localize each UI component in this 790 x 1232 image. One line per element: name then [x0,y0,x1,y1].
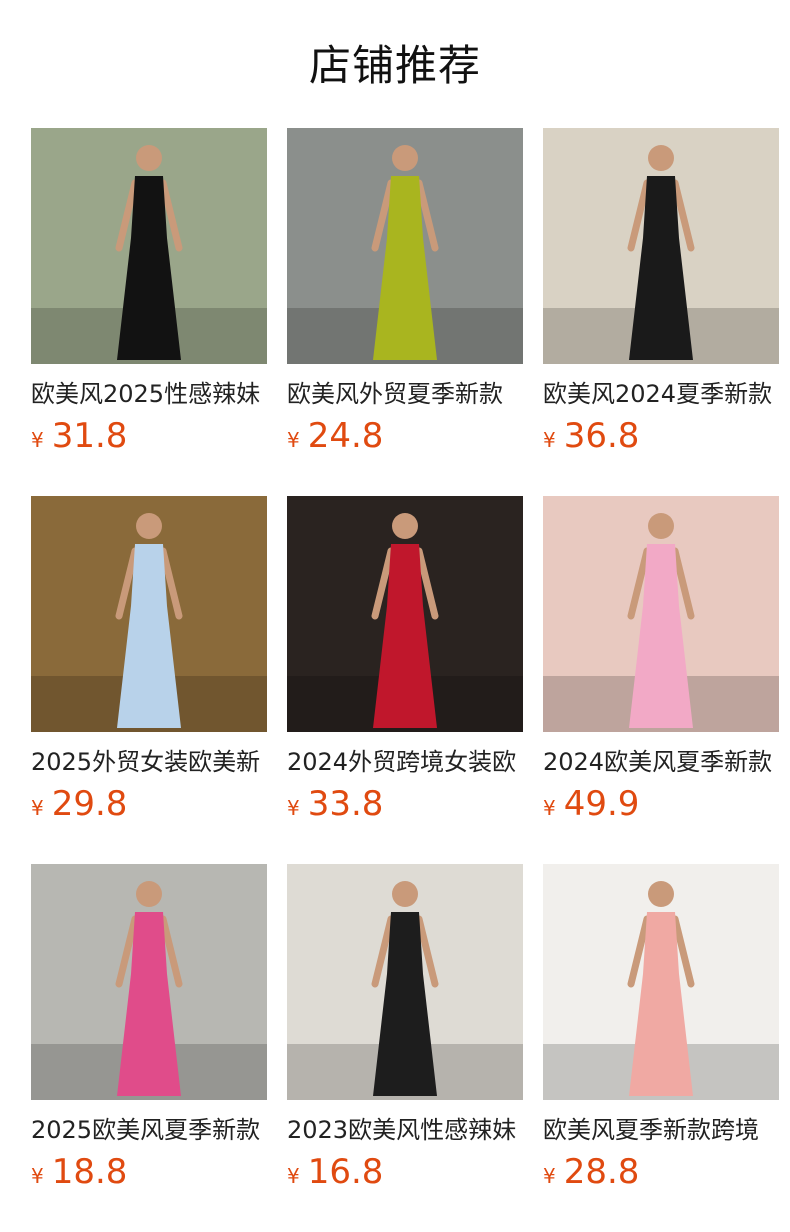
price-row: ¥ 18.8 [31,1152,267,1192]
product-card[interactable]: 欧美风2024夏季新款 ¥ 36.8 [543,128,779,496]
dress-red-slit-icon [287,496,523,732]
product-price: 33.8 [307,784,384,824]
product-image[interactable] [287,496,523,732]
currency-symbol: ¥ [543,796,556,820]
product-grid: 欧美风2025性感辣妹 ¥ 31.8 欧美风外贸夏季新款 ¥ 24.8 欧美风2… [31,128,779,1232]
product-card[interactable]: 2023欧美风性感辣妹 ¥ 16.8 [287,864,523,1232]
model-head [392,145,418,171]
product-price: 49.9 [563,784,640,824]
currency-symbol: ¥ [543,1164,556,1188]
price-row: ¥ 31.8 [31,416,267,456]
model-head [648,145,674,171]
product-name[interactable]: 2024欧美风夏季新款 [543,746,779,778]
product-price: 18.8 [51,1152,128,1192]
product-card[interactable]: 2024欧美风夏季新款 ¥ 49.9 [543,496,779,864]
currency-symbol: ¥ [31,428,44,452]
dress-hot-pink-ruffle-icon [31,864,267,1100]
product-name[interactable]: 2025外贸女装欧美新 [31,746,267,778]
page-header: 店铺推荐 [0,0,790,128]
model-head [136,513,162,539]
product-price: 36.8 [563,416,640,456]
product-image[interactable] [31,128,267,364]
dress-black-cowl-icon [543,128,779,364]
product-name[interactable]: 2024外贸跨境女装欧 [287,746,523,778]
currency-symbol: ¥ [31,1164,44,1188]
product-name[interactable]: 2025欧美风夏季新款 [31,1114,267,1146]
pink-set-ruffle-skirt-icon [543,864,779,1100]
product-image[interactable] [543,496,779,732]
product-name[interactable]: 欧美风2024夏季新款 [543,378,779,410]
product-card[interactable]: 2025欧美风夏季新款 ¥ 18.8 [31,864,267,1232]
model-head [648,881,674,907]
product-image[interactable] [287,128,523,364]
price-row: ¥ 29.8 [31,784,267,824]
black-top-jeans-icon [287,864,523,1100]
product-card[interactable]: 欧美风2025性感辣妹 ¥ 31.8 [31,128,267,496]
dress-pink-black-ruffle-icon [543,496,779,732]
product-card[interactable]: 欧美风夏季新款跨境 ¥ 28.8 [543,864,779,1232]
product-price: 28.8 [563,1152,640,1192]
product-image[interactable] [543,128,779,364]
product-name[interactable]: 2023欧美风性感辣妹 [287,1114,523,1146]
currency-symbol: ¥ [287,796,300,820]
product-price: 29.8 [51,784,128,824]
product-card[interactable]: 2025外贸女装欧美新 ¥ 29.8 [31,496,267,864]
model-head [648,513,674,539]
page-title: 店铺推荐 [308,41,481,90]
product-image[interactable] [543,864,779,1100]
price-row: ¥ 28.8 [543,1152,779,1192]
price-row: ¥ 33.8 [287,784,523,824]
currency-symbol: ¥ [31,796,44,820]
model-head [392,881,418,907]
product-price: 24.8 [307,416,384,456]
dress-light-blue-icon [31,496,267,732]
currency-symbol: ¥ [287,1164,300,1188]
product-name[interactable]: 欧美风2025性感辣妹 [31,378,267,410]
price-row: ¥ 49.9 [543,784,779,824]
model-head [392,513,418,539]
product-card[interactable]: 2024外贸跨境女装欧 ¥ 33.8 [287,496,523,864]
dress-black-halter-icon [31,128,267,364]
product-price: 31.8 [51,416,128,456]
model-head [136,145,162,171]
product-name[interactable]: 欧美风外贸夏季新款 [287,378,523,410]
currency-symbol: ¥ [287,428,300,452]
product-price: 16.8 [307,1152,384,1192]
price-row: ¥ 16.8 [287,1152,523,1192]
product-image[interactable] [31,496,267,732]
dress-lime-maxi-icon [287,128,523,364]
product-image[interactable] [287,864,523,1100]
product-image[interactable] [31,864,267,1100]
currency-symbol: ¥ [543,428,556,452]
product-card[interactable]: 欧美风外贸夏季新款 ¥ 24.8 [287,128,523,496]
price-row: ¥ 36.8 [543,416,779,456]
product-name[interactable]: 欧美风夏季新款跨境 [543,1114,779,1146]
price-row: ¥ 24.8 [287,416,523,456]
model-head [136,881,162,907]
